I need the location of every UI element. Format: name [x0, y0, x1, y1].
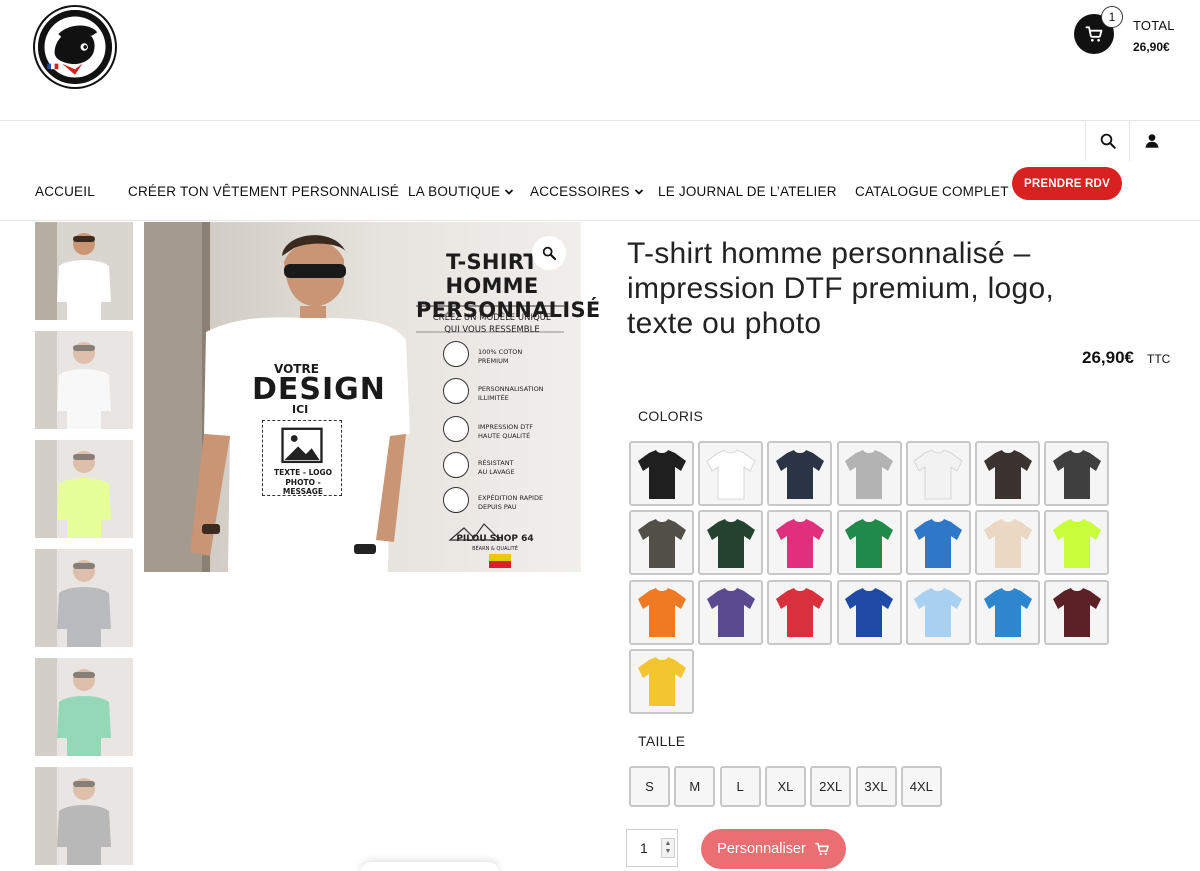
color-swatch[interactable] — [975, 579, 1040, 645]
zoom-button[interactable] — [532, 236, 566, 270]
nav-accessoires[interactable]: ACCESSOIRES — [530, 184, 644, 199]
gallery-thumbnail[interactable] — [35, 440, 133, 538]
color-swatch[interactable] — [629, 648, 694, 714]
customize-label: Personnaliser — [717, 841, 806, 857]
nav-creer[interactable]: CRÉER TON VÊTEMENT PERSONNALISÉ — [128, 184, 399, 199]
feature-icon — [443, 452, 469, 478]
tee-print-line1: TEXTE - LOGO — [273, 468, 332, 477]
size-option[interactable]: 3XL — [855, 766, 897, 807]
color-swatch[interactable] — [836, 510, 902, 576]
nav-boutique[interactable]: LA BOUTIQUE — [408, 184, 514, 199]
search-icon — [1100, 133, 1116, 149]
site-logo[interactable] — [35, 7, 115, 87]
header-divider — [0, 120, 1200, 121]
stepper-up-icon: ▲ — [664, 840, 672, 847]
color-swatch[interactable] — [767, 441, 833, 506]
size-label: TAILLE — [638, 733, 686, 749]
search-button[interactable] — [1085, 121, 1129, 161]
product-price: 26,90€ — [1082, 348, 1134, 367]
feature-text: IMPRESSION DTF HAUTE QUALITÉ — [478, 423, 533, 440]
size-option[interactable]: 4XL — [900, 766, 942, 807]
chevron-down-icon — [505, 188, 514, 195]
size-option[interactable]: S — [629, 766, 670, 807]
image-brand: PILOU SHOP 64 — [456, 534, 534, 544]
cart-count-badge: 1 — [1101, 6, 1123, 28]
gallery-thumbnail[interactable] — [35, 331, 133, 429]
color-swatch[interactable] — [698, 441, 764, 506]
stepper-down-icon: ▼ — [664, 848, 672, 855]
size-option[interactable]: M — [674, 766, 716, 807]
gallery-thumbnail[interactable] — [35, 767, 133, 865]
color-swatch[interactable] — [698, 579, 764, 645]
size-option[interactable]: L — [719, 766, 761, 807]
color-swatch[interactable] — [629, 441, 694, 506]
feature-icon — [443, 416, 469, 442]
color-swatch[interactable] — [905, 510, 971, 576]
nav-catalogue[interactable]: CATALOGUE COMPLET — [855, 184, 1009, 199]
gallery-thumbnail[interactable] — [35, 222, 133, 320]
feature-text: RÉSISTANT AU LAVAGE — [478, 459, 515, 476]
cart-total-label: TOTAL — [1133, 18, 1175, 33]
feature-text: EXPÉDITION RAPIDE DEPUIS PAU — [478, 494, 544, 511]
price-suffix: TTC — [1147, 352, 1171, 366]
quantity-stepper[interactable]: ▲ ▼ — [661, 838, 675, 858]
product-title: T-shirt homme personnalisé – impression … — [627, 237, 1055, 340]
customize-button[interactable]: Personnaliser — [701, 829, 846, 869]
color-swatch[interactable] — [767, 510, 833, 576]
user-icon — [1145, 134, 1158, 148]
size-option[interactable]: 2XL — [810, 766, 852, 807]
color-swatch[interactable] — [1044, 441, 1110, 506]
color-swatch[interactable] — [767, 579, 833, 645]
floating-panel-edge — [360, 862, 500, 871]
color-swatch[interactable] — [629, 510, 694, 576]
color-swatch[interactable] — [905, 441, 971, 506]
color-swatch[interactable] — [836, 441, 902, 506]
cart-icon — [1085, 26, 1103, 42]
color-swatch[interactable] — [975, 510, 1040, 576]
color-swatch[interactable] — [975, 441, 1040, 506]
nav-journal[interactable]: LE JOURNAL DE L’ATELIER — [658, 184, 837, 199]
tee-print-design: DESIGN — [252, 372, 386, 407]
color-swatch[interactable] — [629, 579, 694, 645]
color-swatch[interactable] — [698, 510, 764, 576]
color-swatch[interactable] — [836, 579, 902, 645]
image-subtitle: CRÉEZ UN MODÈLE UNIQUE QUI VOUS RESSEMBL… — [432, 313, 552, 335]
prendre-rdv-button[interactable]: PRENDRE RDV — [1012, 167, 1122, 200]
feature-text: PERSONNALISATION ILLIMITÉE — [478, 385, 544, 402]
size-option[interactable]: XL — [764, 766, 806, 807]
feature-text: 100% COTON PREMIUM — [478, 348, 523, 365]
image-brand-sub: BÉARN & QUALITÉ — [472, 546, 518, 552]
feature-icon — [443, 341, 469, 367]
tee-print-ici: ICI — [292, 403, 309, 416]
color-swatch[interactable] — [905, 579, 971, 645]
nav-divider — [0, 220, 1200, 221]
feature-icon — [443, 487, 469, 513]
gallery-thumbnail[interactable] — [35, 658, 133, 756]
color-swatch[interactable] — [1044, 510, 1110, 576]
tee-print-line2: PHOTO - MESSAGE — [282, 478, 324, 496]
color-label: COLORIS — [638, 408, 704, 424]
account-button[interactable] — [1129, 121, 1173, 161]
magnifier-icon — [542, 246, 557, 261]
cart-icon — [815, 842, 829, 856]
color-swatch[interactable] — [1044, 579, 1110, 645]
chevron-down-icon — [634, 188, 643, 195]
nav-accueil[interactable]: ACCUEIL — [35, 184, 95, 199]
cart-total-value: 26,90€ — [1133, 40, 1170, 54]
gallery-thumbnail[interactable] — [35, 549, 133, 647]
feature-icon — [443, 378, 469, 404]
